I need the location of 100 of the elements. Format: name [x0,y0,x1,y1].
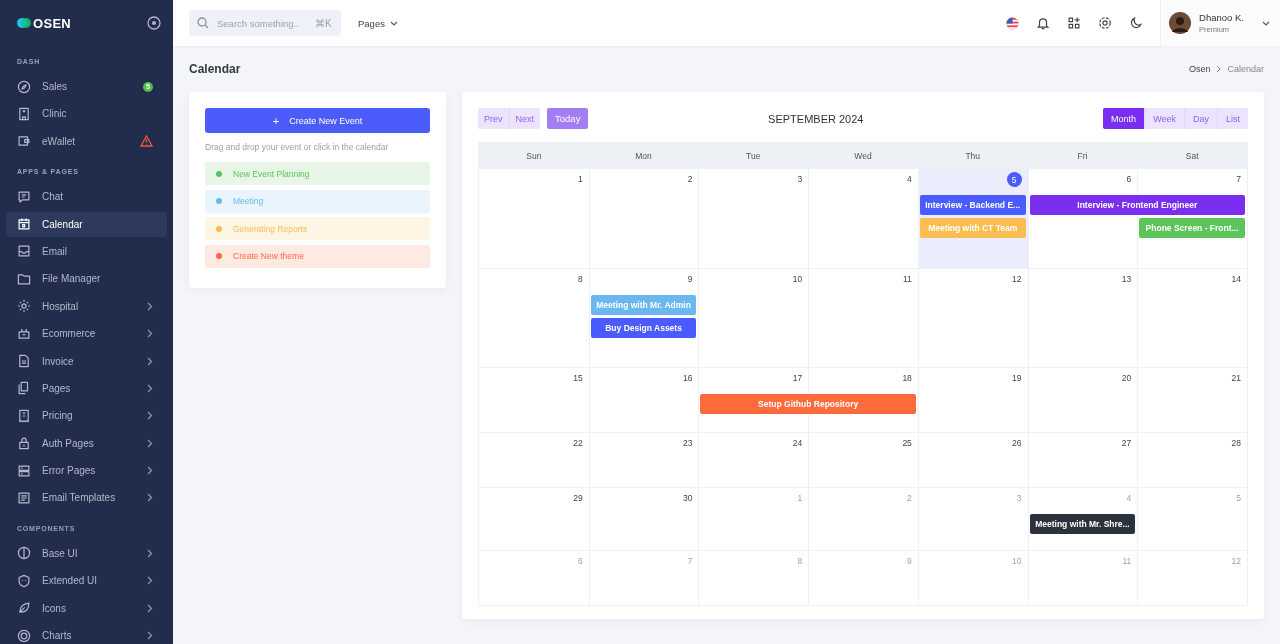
day-number: 8 [797,556,803,566]
day-number: 18 [902,373,912,383]
user-name: Dhanoo K. [1199,12,1244,23]
day-cell[interactable]: 1 [479,168,589,268]
sidebar-item[interactable]: Auth Pages [6,430,167,456]
create-event-button[interactable]: + Create New Event [205,108,430,133]
search-icon [197,17,209,29]
day-number: 7 [1236,174,1241,184]
sidebar-item[interactable]: Error Pages [6,458,167,484]
day-number: 23 [682,438,693,448]
day-number: 9 [687,274,693,284]
day-number: 26 [1012,438,1022,448]
day-cell[interactable]: 10 [698,268,809,367]
day-number: 22 [573,438,583,448]
sidebar-item[interactable]: Ecommerce [6,321,167,347]
receipt-icon [17,408,31,423]
day-number: 11 [903,274,912,284]
day-cell[interactable]: 29 [479,487,589,550]
weekday-header: Wed [853,149,873,163]
sidebar-item[interactable]: Invoice [6,348,167,374]
day-cell[interactable]: 14 [1137,268,1247,367]
day-number: 4 [1126,493,1132,503]
moon-icon[interactable] [1129,16,1144,30]
day-cell[interactable]: 8 [479,268,589,367]
day-cell[interactable]: 15 [479,367,589,432]
pages-icon [17,381,31,396]
day-cell[interactable]: 16 [588,367,699,432]
day-number: 4 [907,174,912,184]
sidebar-item[interactable]: Pricing [6,403,167,429]
sidebar-item[interactable]: Extended UI [6,568,167,594]
building-icon [17,106,31,121]
sidebar-item[interactable]: Email [6,238,167,264]
day-number: 5 [1006,172,1022,187]
sidebar-item[interactable]: eWallet [6,128,167,154]
day-number: 6 [577,556,583,566]
day-number: 11 [1122,556,1132,566]
day-cell[interactable]: 24 [698,432,809,487]
day-cell[interactable]: 2 [588,168,699,268]
day-cell[interactable]: 21 [1137,367,1247,432]
day-cell[interactable]: 22 [479,432,589,487]
day-number: 2 [687,174,693,184]
sidebar-item[interactable]: Charts [6,623,167,644]
day-number: 12 [1012,274,1022,284]
list-icon [17,490,31,505]
day-number: 3 [797,174,803,184]
day-cell[interactable]: 20 [1027,367,1138,432]
inbox-icon [17,244,31,259]
bell-icon[interactable] [1036,16,1051,30]
sidebar-item[interactable]: Clinic [6,101,167,127]
weekday-header: Sun [525,149,543,163]
category-label: Generating Reports [233,223,308,234]
day-number: 7 [687,556,693,566]
weekday-header: Thu [964,149,982,163]
search-input[interactable]: Search something.. [217,17,307,29]
sidebar-item[interactable]: Chat [6,184,167,210]
sidebar-item[interactable]: Icons [6,595,167,621]
sidebar-item[interactable]: Base UI [6,540,167,566]
month-title: SEPTEMBER 2024 [768,112,864,125]
day-number: 13 [1121,274,1132,284]
day-cell[interactable]: 13 [1027,268,1138,367]
weekday-header: Mon [634,149,653,163]
day-cell[interactable]: 23 [588,432,699,487]
day-number: 8 [577,274,583,284]
sidebar-item[interactable]: File Manager [6,266,167,292]
day-cell[interactable]: 25 [808,432,918,487]
day-cell[interactable]: 19 [917,367,1028,432]
day-cell[interactable]: 11 [808,268,918,367]
logo-text: OSEN [33,15,72,31]
day-number: 5 [1236,493,1241,503]
day-number: 29 [573,493,583,503]
calendar-event[interactable]: Buy Design Assets [590,318,697,338]
day-number: 27 [1121,438,1132,448]
calendar-event[interactable]: Interview - Frontend Engineer [1029,195,1245,215]
leaf-icon [17,601,31,616]
day-cell[interactable]: 27 [1027,432,1138,487]
day-cell[interactable]: 26 [917,432,1028,487]
target-icon [17,628,31,643]
shortcut-hint: ⌘K [315,17,332,29]
settings-icon[interactable] [1098,16,1113,30]
day-cell[interactable]: 28 [1137,432,1247,487]
calendar-event[interactable]: Meeting with Mr. Shre... [1029,514,1136,534]
sidebar-item[interactable]: Email Templates [6,485,167,511]
category-label: Meeting [233,196,264,206]
target-icon[interactable] [147,16,161,30]
sidebar-item[interactable]: Pages [6,375,167,401]
pages-dropdown[interactable]: Pages [358,17,398,29]
sidebar-item[interactable]: Calendar [6,211,167,237]
day-cell[interactable]: 3 [698,168,809,268]
day-cell[interactable]: 30 [588,487,699,550]
day-number: 28 [1231,438,1241,448]
view-tab[interactable]: Month [1103,108,1145,129]
day-number: 1 [577,174,583,184]
sidebar-item[interactable]: Hospital [6,293,167,319]
flag-icon[interactable] [1006,16,1020,30]
day-cell[interactable]: 12 [917,268,1028,367]
breadcrumb-item[interactable]: Osen [1188,64,1211,74]
weekday-header: Fri [1076,149,1089,163]
calendar-event[interactable]: Interview - Backend E... [919,195,1026,215]
apps-icon[interactable] [1067,16,1082,30]
day-cell[interactable]: 4 [808,168,918,268]
